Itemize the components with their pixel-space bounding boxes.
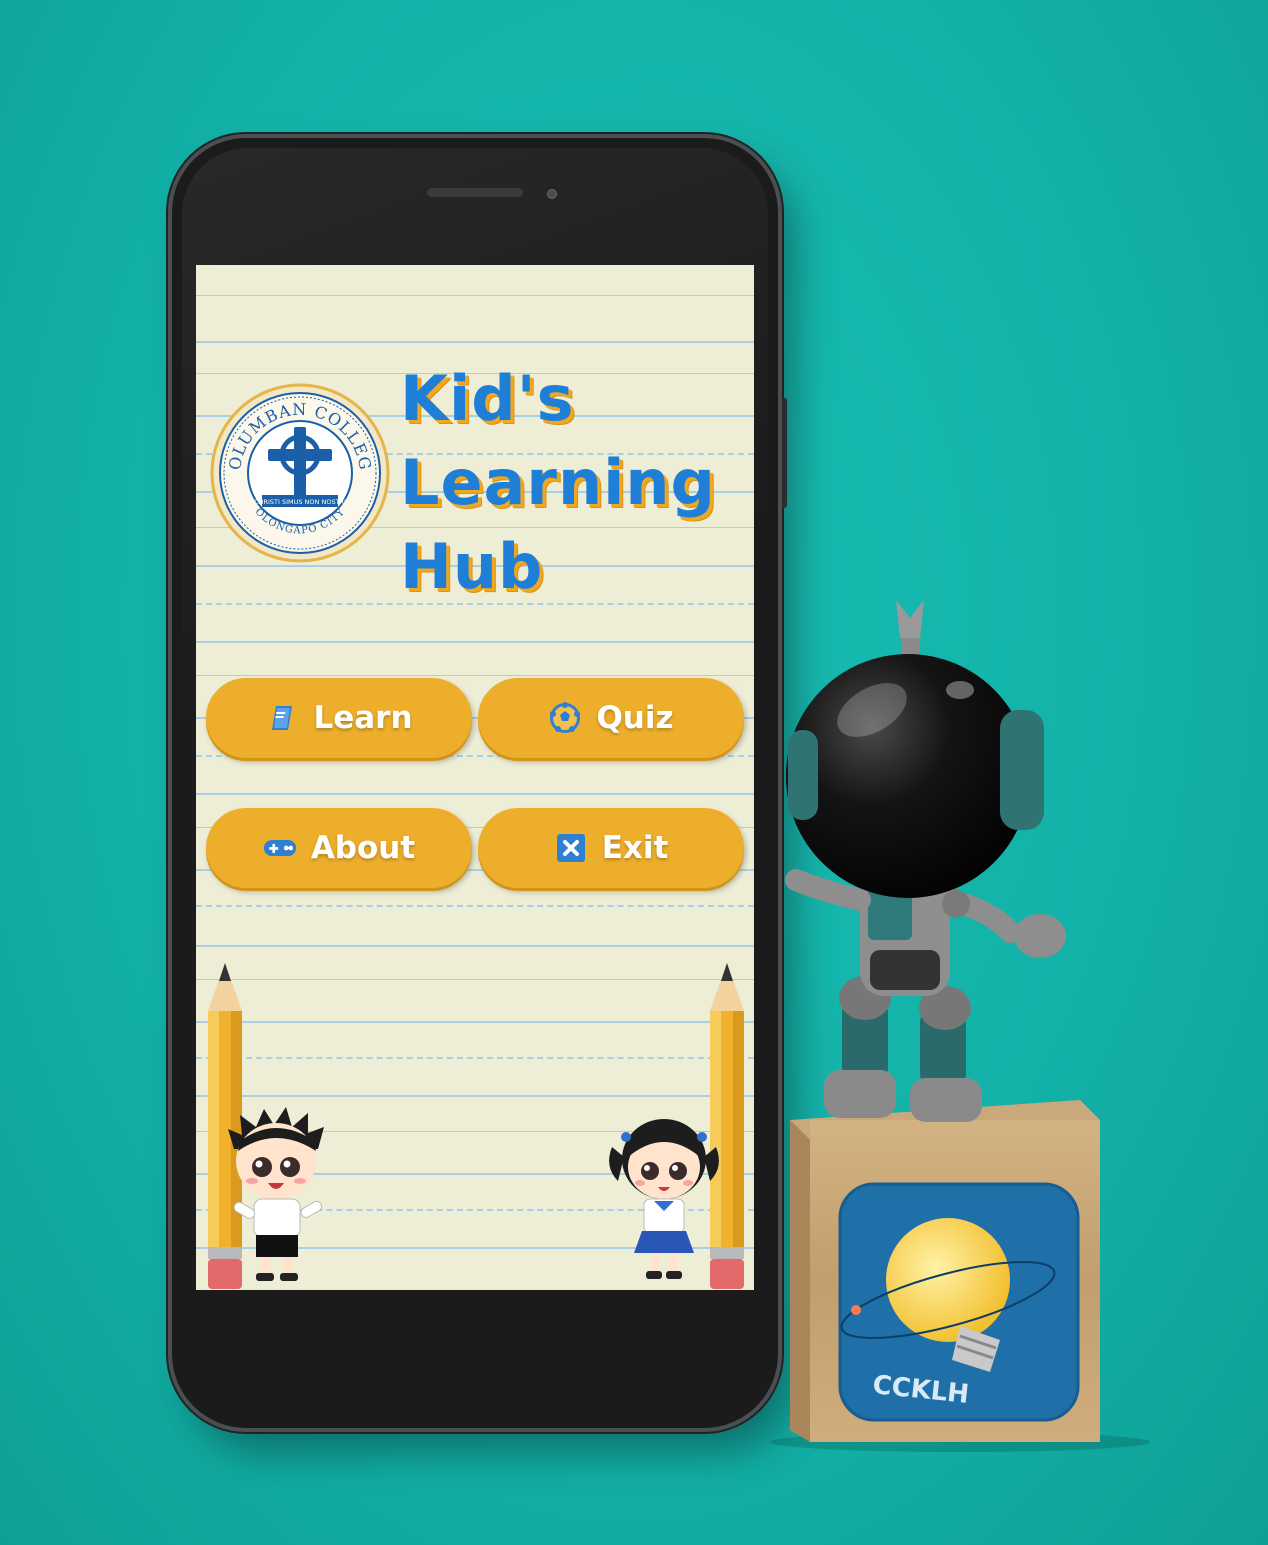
- robot-mascot-scene: CCKLH: [770, 600, 1150, 1452]
- learn-button-label: Learn: [313, 700, 413, 736]
- phone-speaker: [427, 188, 523, 197]
- app-screen: COLUMBAN COLLEGE OLONGAPO CITY CHRISTI S…: [196, 265, 754, 1290]
- exit-button-label: Exit: [601, 830, 669, 866]
- quiz-button[interactable]: Quiz: [478, 678, 744, 758]
- ball-icon: [548, 701, 582, 735]
- girl-character: [609, 1119, 719, 1279]
- close-icon: [554, 831, 588, 865]
- robot: [785, 600, 1066, 1122]
- smartphone: COLUMBAN COLLEGE OLONGAPO CITY CHRISTI S…: [172, 138, 787, 1428]
- about-button[interactable]: About: [206, 808, 472, 888]
- book-icon: [265, 701, 299, 735]
- app-title-line-2: Learning: [400, 446, 716, 519]
- columban-college-seal: COLUMBAN COLLEGE OLONGAPO CITY CHRISTI S…: [210, 383, 390, 563]
- front-camera: [547, 189, 557, 199]
- boy-character: [228, 1107, 324, 1281]
- seal-motto: CHRISTI SIMUS NON NOSTRI: [254, 498, 346, 506]
- quiz-button-label: Quiz: [596, 700, 674, 736]
- app-title-line-1: Kid's: [400, 362, 575, 435]
- app-title-line-3: Hub: [400, 530, 544, 603]
- lightbulb-icon: [886, 1218, 1010, 1342]
- exit-button[interactable]: Exit: [478, 808, 744, 888]
- learn-button[interactable]: Learn: [206, 678, 472, 758]
- cklh-app-icon: CCKLH: [838, 1182, 1080, 1422]
- side-button: [782, 398, 787, 508]
- about-button-label: About: [310, 830, 416, 866]
- gamepad-icon: [263, 831, 297, 865]
- app-title: Kid's Learning Hub: [400, 357, 716, 609]
